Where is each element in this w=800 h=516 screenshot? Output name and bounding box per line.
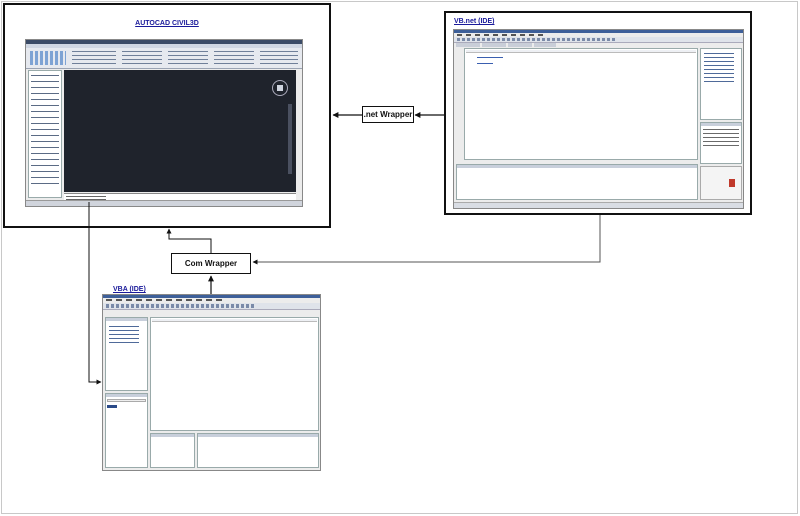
connectors	[88, 112, 601, 385]
connector-com-wrapper-to-autocad	[166, 228, 212, 253]
connector-autocad-to-vba	[88, 202, 102, 385]
connector-vbnet-to-com-wrapper	[252, 215, 601, 265]
